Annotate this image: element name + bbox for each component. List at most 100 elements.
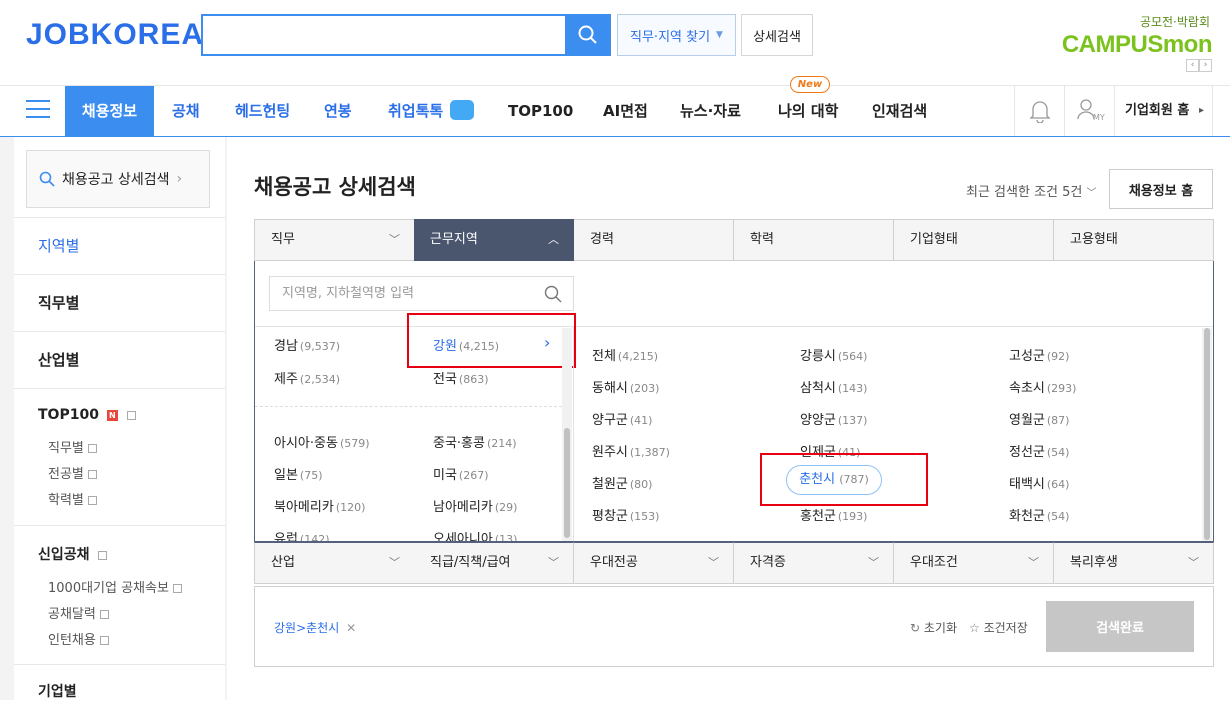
subregion-yeongwol[interactable]: 영월군 (87) (1009, 409, 1069, 428)
sidebar-item-company[interactable]: 기업별 (38, 681, 77, 701)
subregion-taebaek[interactable]: 태백시 (64) (1009, 473, 1069, 492)
tab-region[interactable]: 근무지역 ︿ (414, 219, 574, 261)
hamburger-menu-icon[interactable] (26, 100, 50, 120)
nav-item-salary[interactable]: 연봉 (324, 86, 352, 136)
region-item-asia[interactable]: 아시아·중동 (579) (274, 432, 370, 451)
subregion-hwacheon[interactable]: 화천군 (54) (1009, 505, 1069, 524)
subregion-count: (54) (1046, 510, 1070, 523)
popup-icon (172, 584, 182, 593)
prev-arrow-icon[interactable]: ‹ (1186, 59, 1199, 72)
save-condition-button[interactable]: ☆ 조건저장 (969, 619, 1028, 636)
search-icon[interactable] (544, 285, 562, 303)
region-item-usa[interactable]: 미국 (267) (433, 464, 489, 483)
search-button[interactable] (565, 14, 611, 56)
subregion-pyeongchang[interactable]: 평창군 (153) (592, 505, 659, 524)
region-item-jeju[interactable]: 제주 (2,534) (274, 368, 340, 387)
region-item-china[interactable]: 중국·홍콩 (214) (433, 432, 517, 451)
subregion-all[interactable]: 전체 (4,215) (592, 345, 658, 364)
nav-item-jobinfo[interactable]: 채용정보 (65, 86, 154, 136)
scrollbar-thumb[interactable] (564, 428, 570, 538)
nav-item-my-university[interactable]: 나의 대학 (778, 86, 838, 136)
sub-label: 공채달력 (48, 607, 96, 622)
sidebar-item-top100[interactable]: TOP100 N (38, 407, 136, 423)
subregion-donghae[interactable]: 동해시 (203) (592, 377, 659, 396)
chevron-down-icon: ﹀ (389, 556, 400, 569)
sidebar-sub-1000[interactable]: 1000대기업 공채속보 (48, 577, 182, 596)
sidebar-sub-calendar[interactable]: 공채달력 (48, 603, 109, 622)
reset-button[interactable]: ↻ 초기화 (910, 619, 957, 636)
subregion-samcheok[interactable]: 삼척시 (143) (800, 377, 867, 396)
region-search-input[interactable]: 지역명, 지하철역명 입력 (269, 276, 574, 311)
next-arrow-icon[interactable]: › (1199, 59, 1212, 72)
job-region-finder-button[interactable]: 직무·지역 찾기 ▼ (617, 14, 736, 56)
sidebar-item-industry[interactable]: 산업별 (38, 349, 79, 370)
advanced-search-button[interactable]: 상세검색 (741, 14, 813, 56)
sidebar-item-job[interactable]: 직무별 (38, 292, 79, 313)
recent-conditions-dropdown[interactable]: 최근 검색한 조건 5건 ﹀ (966, 181, 1097, 200)
tab-career[interactable]: 경력 (574, 219, 734, 261)
subregion-sokcho[interactable]: 속초시 (293) (1009, 377, 1076, 396)
sidebar-sub-major[interactable]: 전공별 (48, 463, 97, 482)
sidebar-sub-education[interactable]: 학력별 (48, 489, 97, 508)
region-item-gyeongnam[interactable]: 경남 (9,537) (274, 335, 340, 354)
reset-label: 초기화 (923, 621, 958, 635)
region-item-south-america[interactable]: 남아메리카 (29) (433, 496, 517, 515)
sidebar-detail-search-button[interactable]: 채용공고 상세검색 › (26, 150, 210, 208)
region-item-north-america[interactable]: 북아메리카 (120) (274, 496, 365, 515)
subregion-hongcheon[interactable]: 홍천군 (193) (800, 505, 867, 524)
nav-item-ai-interview[interactable]: AI면접 (603, 86, 648, 136)
tab-position-salary[interactable]: 직급/직책/급여 ﹀ (414, 542, 574, 584)
search-done-button[interactable]: 검색완료 (1046, 601, 1194, 652)
sidebar-item-region[interactable]: 지역별 (38, 235, 79, 256)
subregion-scrollbar[interactable] (1202, 328, 1212, 541)
tab-job[interactable]: 직무 ﹀ (254, 219, 415, 261)
campusmon-logo[interactable]: CAMPUSmon (1062, 31, 1213, 59)
campusmon-tagline[interactable]: 공모전·박람회 (1140, 13, 1210, 30)
sidebar-item-newgrad[interactable]: 신입공채 (38, 544, 108, 564)
nav-item-headhunting[interactable]: 헤드헌팅 (235, 86, 290, 136)
subregion-goseong[interactable]: 고성군 (92) (1009, 345, 1069, 364)
subregion-jeongseon[interactable]: 정선군 (54) (1009, 441, 1069, 460)
subregion-yanggu[interactable]: 양구군 (41) (592, 409, 652, 428)
region-item-nationwide[interactable]: 전국 (863) (433, 368, 489, 387)
subregion-count: (143) (837, 382, 868, 395)
nav-item-talent-search[interactable]: 인재검색 (872, 86, 927, 136)
scrollbar-thumb[interactable] (1204, 328, 1210, 540)
corp-home-button[interactable]: 기업회원 홈 ▸ (1114, 86, 1213, 136)
region-list-scrollbar[interactable] (562, 328, 572, 541)
new-badge: New (790, 76, 830, 93)
tab-preferred-conditions[interactable]: 우대조건 ﹀ (894, 542, 1054, 584)
subregion-cheorwon[interactable]: 철원군 (80) (592, 473, 652, 492)
sidebar-sub-intern[interactable]: 인턴채용 (48, 629, 109, 648)
tab-employment-type[interactable]: 고용형태 (1054, 219, 1214, 261)
tab-welfare[interactable]: 복리후생 ﹀ (1054, 542, 1214, 584)
jobinfo-home-button[interactable]: 채용정보 홈 (1109, 169, 1213, 209)
subregion-count: (293) (1046, 382, 1077, 395)
star-icon: ☆ (969, 621, 980, 635)
tab-education[interactable]: 학력 (734, 219, 894, 261)
notification-button[interactable] (1014, 86, 1064, 136)
close-icon[interactable]: ✕ (346, 621, 356, 635)
jobkorea-logo[interactable]: JOBKOREA (26, 18, 204, 52)
popup-icon (99, 610, 109, 619)
selected-condition-tag[interactable]: 강원>춘천시 ✕ (274, 619, 356, 636)
search-input[interactable] (201, 14, 567, 56)
nav-item-talk[interactable]: 취업톡톡 (388, 86, 475, 136)
subregion-wonju[interactable]: 원주시 (1,387) (592, 441, 670, 460)
tab-certificate[interactable]: 자격증 ﹀ (734, 542, 894, 584)
subregion-gangneung[interactable]: 강릉시 (564) (800, 345, 867, 364)
nav-item-public[interactable]: 공채 (172, 86, 200, 136)
tab-company-type[interactable]: 기업형태 (894, 219, 1054, 261)
tab-industry[interactable]: 산업 ﹀ (254, 542, 415, 584)
nav-item-news[interactable]: 뉴스·자료 (680, 86, 741, 136)
subregion-yangyang[interactable]: 양양군 (137) (800, 409, 867, 428)
nav-item-top100[interactable]: TOP100 (508, 86, 573, 136)
tab-preferred-major[interactable]: 우대전공 ﹀ (574, 542, 734, 584)
region-item-japan[interactable]: 일본 (75) (274, 464, 323, 483)
region-item-europe[interactable]: 유럽 (142) (274, 528, 330, 541)
chat-bubble-icon (450, 99, 475, 120)
sidebar-sub-job[interactable]: 직무별 (48, 437, 97, 456)
region-item-oceania[interactable]: 오세아니아 (13) (433, 528, 517, 541)
save-label: 조건저장 (983, 621, 1028, 635)
my-page-button[interactable]: MY (1064, 86, 1114, 136)
